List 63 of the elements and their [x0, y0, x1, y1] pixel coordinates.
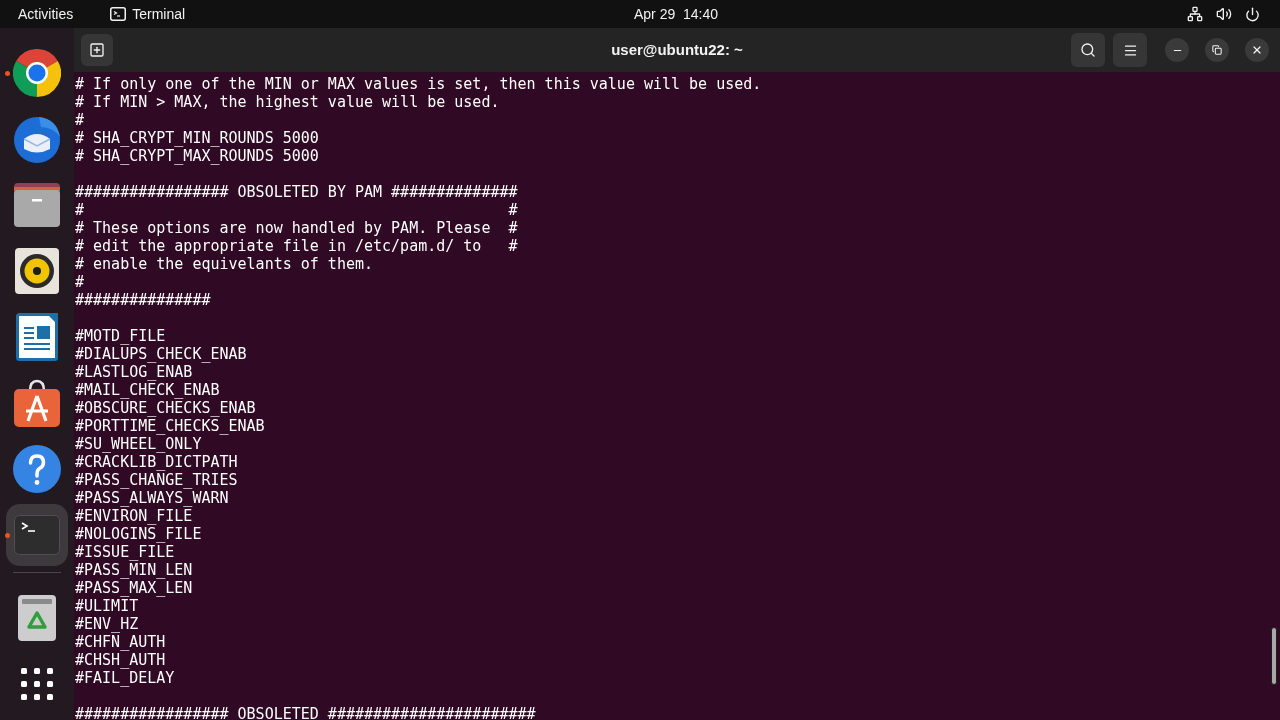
- terminal-line: # If only one of the MIN or MAX values is set, then this value will be used.: [75, 75, 762, 93]
- new-tab-button[interactable]: [81, 34, 113, 66]
- terminal-line: # #: [75, 201, 518, 219]
- terminal-line: # If MIN > MAX, the highest value will be used.: [75, 93, 500, 111]
- app-menu-label: Terminal: [132, 4, 186, 24]
- power-icon[interactable]: [1245, 6, 1260, 22]
- app-grid-icon: [21, 668, 53, 700]
- terminal-line: # SHA_CRYPT_MIN_ROUNDS 5000: [75, 129, 319, 147]
- terminal-line: #CHFN_AUTH: [75, 633, 166, 651]
- terminal-line: #MOTD_FILE: [75, 327, 166, 345]
- terminal-line: #PASS_ALWAYS_WARN: [75, 489, 229, 507]
- terminal-line: #ISSUE_FILE: [75, 543, 175, 561]
- network-icon[interactable]: [1187, 6, 1203, 22]
- terminal-line: #CRACKLIB_DICTPATH: [75, 453, 238, 471]
- menu-button[interactable]: [1113, 33, 1147, 67]
- document-icon: [16, 313, 58, 361]
- restore-icon: [1212, 45, 1222, 55]
- app-menu-button[interactable]: Terminal: [100, 0, 196, 28]
- terminal-line: ################# OBSOLETED #######################: [75, 705, 536, 720]
- restore-button[interactable]: [1205, 38, 1229, 62]
- terminal-line: #CHSH_AUTH: [75, 651, 166, 669]
- terminal-line: # SHA_CRYPT_MAX_ROUNDS 5000: [75, 147, 319, 165]
- terminal-line: #PASS_MAX_LEN: [75, 579, 193, 597]
- shopping-bag-icon: [14, 379, 60, 427]
- search-button[interactable]: [1071, 33, 1105, 67]
- terminal-line: #PORTTIME_CHECKS_ENAB: [75, 417, 265, 435]
- terminal-line: ###############: [75, 291, 211, 309]
- terminal-line: #MAIL_CHECK_ENAB: [75, 381, 220, 399]
- terminal-line: # enable the equivelants of them.: [75, 255, 373, 273]
- terminal-line: ################# OBSOLETED BY PAM ##############: [75, 183, 518, 201]
- terminal-line: #NOLOGINS_FILE: [75, 525, 202, 543]
- terminal-line: #ENVIRON_FILE: [75, 507, 193, 525]
- terminal-line: #FAIL_DELAY: [75, 669, 175, 687]
- terminal-line: #OBSCURE_CHECKS_ENAB: [75, 399, 256, 417]
- terminal-line: # edit the appropriate file in /etc/pam.d/ to #: [75, 237, 518, 255]
- trash-icon: [18, 595, 56, 641]
- terminal-line: #: [75, 111, 85, 129]
- volume-icon[interactable]: [1216, 6, 1232, 22]
- terminal-line: #: [75, 273, 85, 291]
- close-icon: [1251, 44, 1263, 56]
- clock[interactable]: Apr 29 14:40: [634, 0, 719, 28]
- activities-button[interactable]: Activities: [0, 0, 84, 28]
- scrollbar-thumb[interactable]: [1271, 627, 1277, 685]
- speaker-icon: [15, 248, 59, 294]
- terminal-line: #ULIMIT: [75, 597, 139, 615]
- terminal-line: #LASTLOG_ENAB: [75, 363, 193, 381]
- terminal-icon: [14, 515, 60, 555]
- terminal-line: #PASS_CHANGE_TRIES: [75, 471, 238, 489]
- folder-icon: [13, 183, 61, 227]
- terminal-line: #PASS_MIN_LEN: [75, 561, 193, 579]
- terminal-line: #DIALUPS_CHECK_ENAB: [75, 345, 247, 363]
- browser-icon: [13, 49, 61, 97]
- terminal-line: #ENV_HZ: [75, 615, 139, 633]
- terminal-icon: [110, 7, 127, 21]
- terminal-line: # These options are now handled by PAM. Please #: [75, 219, 518, 237]
- terminal-line: #SU_WHEEL_ONLY: [75, 435, 202, 453]
- mail-icon: [13, 115, 61, 163]
- window-title: user@ubuntu22: ~: [611, 39, 743, 60]
- search-icon: [1080, 42, 1096, 58]
- new-tab-icon: [89, 42, 105, 58]
- close-button[interactable]: [1245, 38, 1269, 62]
- help-icon: [13, 445, 61, 493]
- menu-icon: [1122, 42, 1138, 58]
